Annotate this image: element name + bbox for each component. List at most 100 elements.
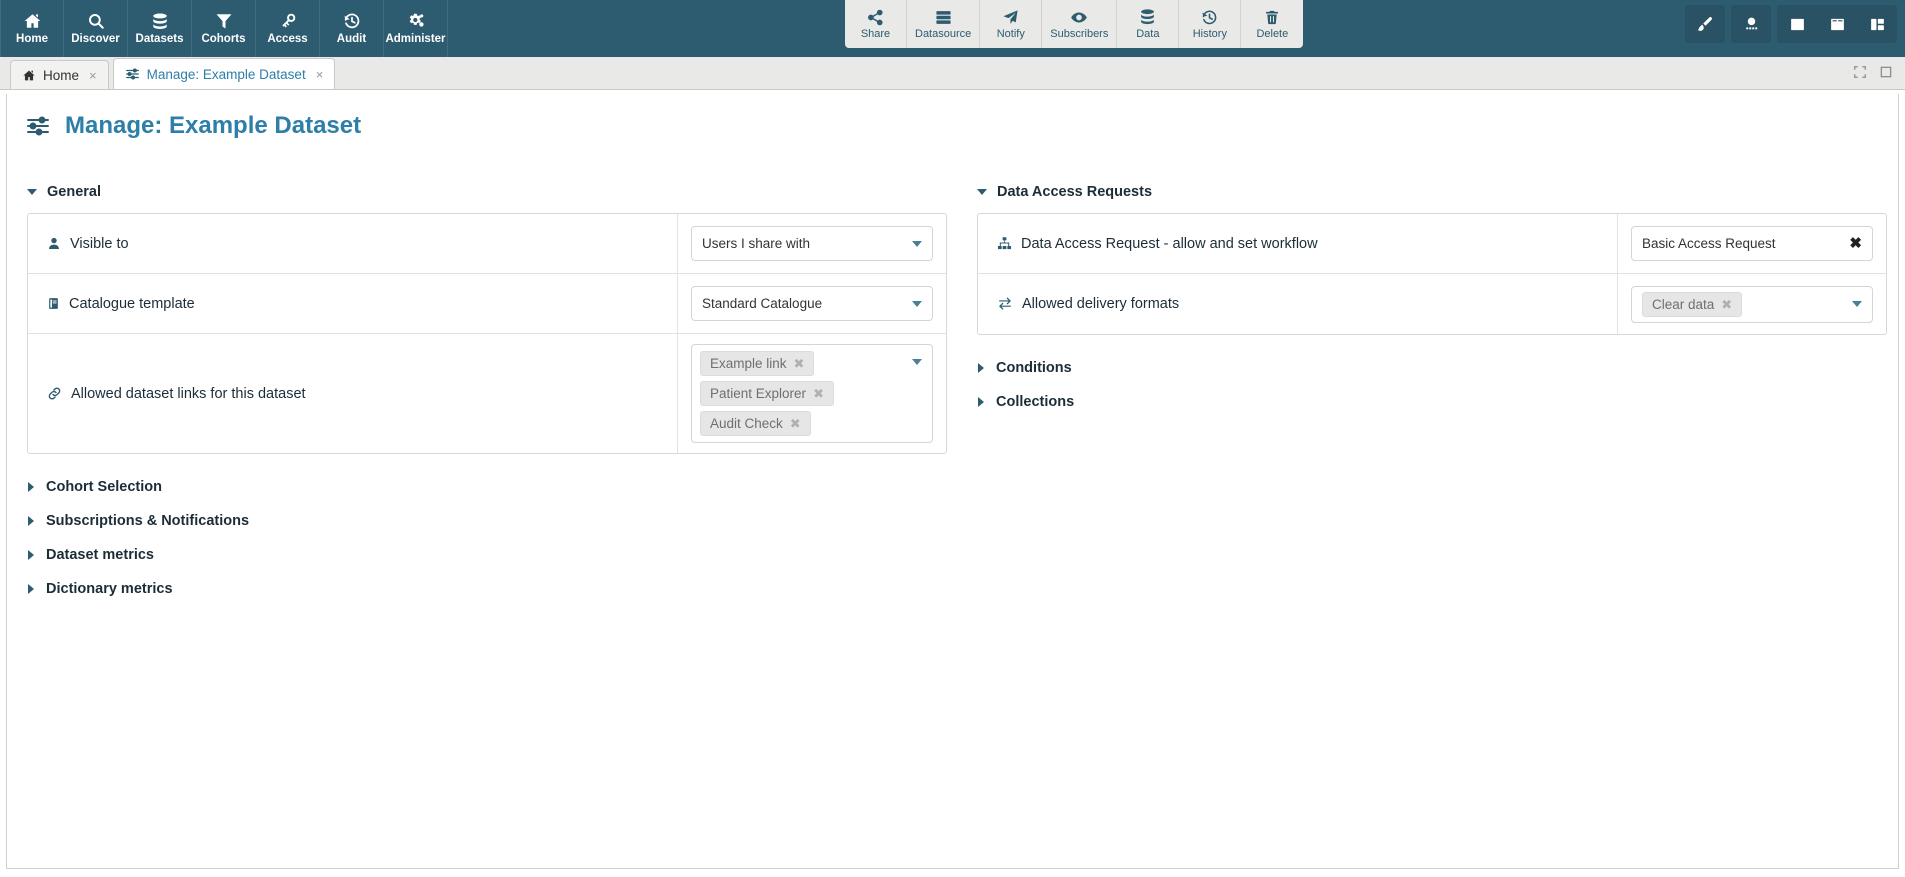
page-title-text: Manage: Example Dataset	[65, 112, 362, 139]
chip[interactable]: Example link ✖	[700, 351, 815, 376]
section-conditions[interactable]: Conditions	[977, 351, 1887, 385]
toolbar-label: Subscribers	[1050, 28, 1109, 40]
tab-home[interactable]: Home ×	[10, 60, 109, 89]
toolbar-item-datasource[interactable]: Datasource	[907, 0, 981, 48]
left-collapsed-sections: Cohort Selection Subscriptions & Notific…	[27, 470, 947, 606]
layout-window-button[interactable]	[1817, 5, 1857, 43]
nav-item-cohorts[interactable]: Cohorts	[192, 0, 256, 57]
user-menu-button[interactable]	[1731, 5, 1771, 43]
chevron-right-icon	[28, 516, 34, 526]
tab-close-icon[interactable]: ×	[89, 68, 97, 83]
select-value: Users I share with	[702, 236, 811, 251]
chip-label: Audit Check	[710, 416, 783, 431]
layout-split-button[interactable]	[1857, 5, 1897, 43]
section-dictionary-metrics[interactable]: Dictionary metrics	[27, 572, 947, 606]
nav-label: Datasets	[135, 32, 184, 45]
form-control: Standard Catalogue	[678, 274, 946, 333]
home-icon	[23, 12, 42, 31]
header-right-controls	[1685, 5, 1897, 43]
section-header-data-access-requests[interactable]: Data Access Requests	[977, 184, 1887, 200]
section-collections[interactable]: Collections	[977, 385, 1887, 419]
app-header: Home Discover Datasets Cohorts Access Au…	[0, 0, 1905, 57]
nav-label: Cohorts	[201, 32, 246, 45]
nav-item-datasets[interactable]: Datasets	[128, 0, 192, 57]
form-row-allowed-delivery-formats: Allowed delivery formats Clear data ✖	[978, 274, 1886, 334]
toolbar-label: History	[1192, 28, 1227, 40]
toolbar-item-notify[interactable]: Notify	[980, 0, 1043, 48]
section-dataset-metrics[interactable]: Dataset metrics	[27, 538, 947, 572]
trash-icon	[1264, 8, 1280, 26]
nav-label: Access	[267, 32, 308, 45]
nav-item-discover[interactable]: Discover	[64, 0, 128, 57]
form-row-data-access-request: Data Access Request - allow and set work…	[978, 214, 1886, 274]
chip-label: Example link	[710, 356, 787, 371]
section-title: Cohort Selection	[46, 479, 163, 495]
theme-button[interactable]	[1685, 5, 1725, 43]
toolbar-label: Delete	[1256, 28, 1289, 40]
toolbar-item-subscribers[interactable]: Subscribers	[1042, 0, 1118, 48]
chip-label: Patient Explorer	[710, 386, 807, 401]
section-cohort-selection[interactable]: Cohort Selection	[27, 470, 947, 504]
allowed-delivery-formats-multiselect[interactable]: Clear data ✖	[1631, 285, 1873, 323]
chip-label: Clear data	[1652, 296, 1715, 312]
toolbar-item-history[interactable]: History	[1179, 0, 1242, 48]
database-icon	[151, 12, 169, 31]
gears-icon	[406, 12, 426, 31]
tab-manage-example-dataset[interactable]: Manage: Example Dataset ×	[112, 58, 336, 89]
chip-list: Clear data ✖	[1642, 291, 1844, 317]
visible-to-select[interactable]: Users I share with	[691, 226, 933, 261]
section-title: Dictionary metrics	[46, 581, 173, 597]
tab-close-icon[interactable]: ×	[316, 67, 324, 82]
form-label-text: Catalogue template	[69, 295, 195, 312]
toolbar-label: Share	[860, 28, 891, 40]
chip-remove-icon[interactable]: ✖	[794, 357, 805, 370]
select-value: Basic Access Request	[1642, 236, 1776, 251]
nav-item-home[interactable]: Home	[0, 0, 64, 57]
toolbar-item-share[interactable]: Share	[845, 0, 907, 48]
section-title: Subscriptions & Notifications	[46, 513, 250, 529]
expand-icon[interactable]	[1853, 65, 1867, 79]
search-icon	[87, 12, 105, 31]
form-label: Allowed delivery formats	[978, 274, 1618, 334]
chevron-down-icon	[912, 359, 922, 365]
history-icon	[1201, 8, 1218, 26]
layout-single-button[interactable]	[1777, 5, 1817, 43]
key-icon	[279, 12, 297, 31]
toolbar-item-delete[interactable]: Delete	[1241, 0, 1303, 48]
context-toolbar: Share Datasource Notify Subscribers Data	[845, 0, 1304, 48]
section-subscriptions-notifications[interactable]: Subscriptions & Notifications	[27, 504, 947, 538]
nav-item-audit[interactable]: Audit	[320, 0, 384, 57]
form-label-text: Data Access Request - allow and set work…	[1021, 235, 1318, 252]
chip-remove-icon[interactable]: ✖	[1721, 298, 1732, 311]
chevron-right-icon	[28, 584, 34, 594]
layout-single-icon	[1789, 16, 1806, 33]
user-avatar-icon	[1742, 15, 1761, 33]
layout-split-icon	[1869, 16, 1886, 33]
toolbar-item-data[interactable]: Data	[1117, 0, 1180, 48]
history-icon	[343, 12, 361, 31]
form-label: Data Access Request - allow and set work…	[978, 214, 1618, 273]
form-control: Clear data ✖	[1618, 274, 1886, 334]
chip[interactable]: Clear data ✖	[1642, 291, 1743, 317]
section-header-general[interactable]: General	[27, 184, 947, 200]
chip-remove-icon[interactable]: ✖	[790, 417, 801, 430]
layout-button-group	[1777, 5, 1897, 43]
user-icon	[47, 236, 61, 251]
nav-item-administer[interactable]: Administer	[384, 0, 448, 57]
chip[interactable]: Patient Explorer ✖	[700, 381, 834, 406]
allowed-dataset-links-multiselect[interactable]: Example link ✖ Patient Explorer ✖ Audit …	[691, 344, 933, 443]
chip-remove-icon[interactable]: ✖	[813, 387, 824, 400]
chevron-down-icon	[1852, 301, 1862, 307]
clear-selection-icon[interactable]: ✖	[1849, 236, 1862, 251]
form-control: Basic Access Request ✖	[1618, 214, 1886, 273]
nav-item-access[interactable]: Access	[256, 0, 320, 57]
maximize-icon[interactable]	[1879, 65, 1893, 79]
chip[interactable]: Audit Check ✖	[700, 411, 811, 436]
section-title: Dataset metrics	[46, 547, 154, 563]
form-row-visible-to: Visible to Users I share with	[28, 214, 946, 274]
data-access-request-select[interactable]: Basic Access Request ✖	[1631, 226, 1873, 261]
toolbar-label: Datasource	[915, 28, 972, 40]
catalogue-template-select[interactable]: Standard Catalogue	[691, 286, 933, 321]
data-access-requests-form-card: Data Access Request - allow and set work…	[977, 213, 1887, 335]
chevron-down-icon	[912, 240, 922, 247]
